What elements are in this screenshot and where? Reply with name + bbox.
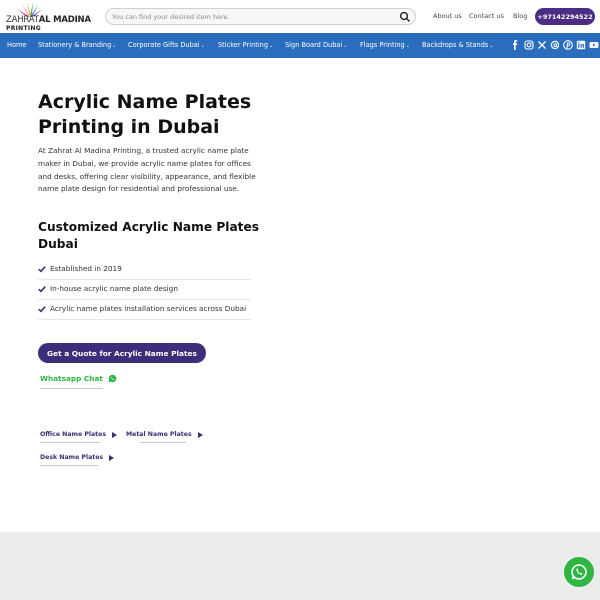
intro-paragraph: At Zahrat Al Madina Printing, a trusted …: [38, 146, 256, 194]
nav-item-corporate-gifts[interactable]: Corporate Gifts Dubai⌄: [128, 41, 205, 49]
search-icon[interactable]: [399, 11, 411, 23]
main-nav: Home Stationery & Branding⌄ Corporate Gi…: [0, 33, 600, 58]
desk-name-plates-link[interactable]: Desk Name Plates: [40, 454, 115, 461]
x-icon[interactable]: [537, 40, 547, 50]
whatsapp-chat-link[interactable]: Whatsapp Chat: [40, 374, 117, 383]
top-header: ZAHRATAL MADINA PRINTING About us Contac…: [0, 0, 600, 33]
site-logo[interactable]: ZAHRATAL MADINA PRINTING: [6, 2, 98, 32]
whatsapp-float-button[interactable]: [564, 557, 594, 587]
nav-item-label: Sign Board Dubai: [285, 41, 343, 49]
nav-item-backdrops[interactable]: Backdrops & Stands⌄: [422, 41, 494, 49]
nav-item-label: Home: [7, 41, 27, 49]
office-name-plates-link[interactable]: Office Name Plates: [40, 431, 117, 438]
nav-item-sticker-printing[interactable]: Sticker Printing⌄: [218, 41, 273, 49]
nav-item-label: Corporate Gifts Dubai: [128, 41, 200, 49]
whatsapp-chat-label: Whatsapp Chat: [40, 374, 103, 383]
chevron-down-icon: ⌄: [489, 43, 494, 49]
threads-icon[interactable]: [550, 40, 560, 50]
search-bar: [105, 8, 416, 25]
checkmark-icon: [38, 306, 46, 313]
play-arrow-icon: [109, 454, 115, 461]
blog-link[interactable]: Blog: [513, 12, 527, 20]
logo-word-zahrat: ZAHRAT: [6, 15, 39, 25]
instagram-icon[interactable]: [524, 40, 534, 50]
sublink-underline: [140, 442, 186, 443]
sublink-underline: [40, 465, 98, 466]
chevron-down-icon: ⌄: [405, 43, 410, 49]
about-us-link[interactable]: About us: [433, 12, 462, 20]
play-arrow-icon: [112, 431, 117, 438]
whatsapp-icon: [108, 374, 117, 383]
nav-item-stationery[interactable]: Stationery & Branding⌄: [38, 41, 117, 49]
list-item-text: Acrylic name plates installation service…: [50, 304, 247, 313]
nav-item-flags-printing[interactable]: Flags Printing⌄: [360, 41, 410, 49]
linkedin-icon[interactable]: [576, 40, 586, 50]
sublink-label: Metal Name Plates: [126, 431, 192, 438]
search-input[interactable]: [112, 10, 392, 23]
sublink-label: Desk Name Plates: [40, 454, 104, 461]
list-item: Acrylic name plates installation service…: [38, 300, 251, 320]
checkmark-icon: [38, 286, 46, 293]
play-arrow-icon: [197, 431, 203, 438]
pinterest-icon[interactable]: [563, 40, 573, 50]
whatsapp-icon: [571, 564, 587, 580]
youtube-icon[interactable]: [589, 40, 599, 50]
chevron-down-icon: ⌄: [269, 43, 274, 49]
nav-item-sign-board[interactable]: Sign Board Dubai⌄: [285, 41, 347, 49]
list-item-text: In-house acrylic name plate design: [50, 284, 178, 293]
footer-band: [0, 532, 600, 600]
chevron-down-icon: ⌄: [112, 43, 117, 49]
list-item: In-house acrylic name plate design: [38, 280, 251, 300]
sublink-underline: [40, 442, 100, 443]
checkmark-icon: [38, 266, 46, 273]
nav-item-label: Sticker Printing: [218, 41, 269, 49]
logo-wordmark: ZAHRATAL MADINA: [6, 15, 91, 25]
feature-checklist: Established in 2019 In-house acrylic nam…: [38, 260, 251, 320]
chevron-down-icon: ⌄: [200, 43, 205, 49]
phone-button[interactable]: +97142294522: [535, 8, 595, 25]
metal-name-plates-link[interactable]: Metal Name Plates: [126, 431, 203, 438]
nav-item-home[interactable]: Home: [7, 41, 26, 49]
logo-word-printing: PRINTING: [6, 25, 41, 32]
page: ZAHRATAL MADINA PRINTING About us Contac…: [0, 0, 600, 600]
list-item-text: Established in 2019: [50, 264, 122, 273]
list-item: Established in 2019: [38, 260, 251, 280]
chevron-down-icon: ⌄: [343, 43, 348, 49]
nav-item-label: Backdrops & Stands: [422, 41, 489, 49]
logo-word-al-madina: AL MADINA: [38, 15, 91, 25]
get-quote-button[interactable]: Get a Quote for Acrylic Name Plates: [38, 343, 206, 363]
sublink-label: Office Name Plates: [40, 431, 106, 438]
section-subtitle: Customized Acrylic Name Plates Dubai: [38, 220, 260, 251]
facebook-icon[interactable]: [510, 40, 520, 50]
contact-us-link[interactable]: Contact us: [469, 12, 504, 20]
nav-item-label: Flags Printing: [360, 41, 405, 49]
page-title: Acrylic Name Plates Printing in Dubai: [38, 91, 252, 138]
nav-item-label: Stationery & Branding: [38, 41, 112, 49]
whatsapp-underline: [40, 388, 103, 389]
